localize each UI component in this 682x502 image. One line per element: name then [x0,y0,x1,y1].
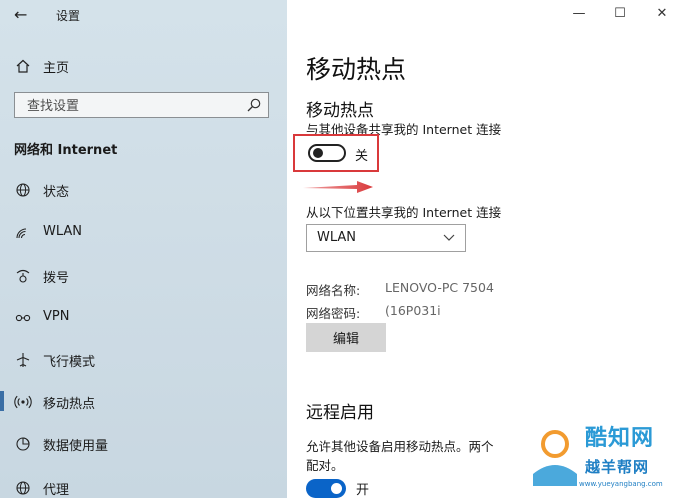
toggle-knob [331,483,342,494]
app-title: 设置 [56,9,81,23]
network-name-label: 网络名称: [306,283,361,298]
sidebar-item-dialup[interactable]: 拨号 [0,262,287,290]
close-button[interactable]: ✕ [653,6,671,24]
sidebar-item-label: WLAN [43,224,83,239]
search-box[interactable] [14,92,269,118]
sidebar-item-label: 代理 [43,483,70,498]
dropdown-value: WLAN [317,230,357,245]
watermark-url: www.yueyangbang.com [579,480,663,488]
share-from-dropdown[interactable]: WLAN [306,224,466,252]
dialup-icon [16,269,30,283]
search-input[interactable] [25,96,244,116]
globe-icon [16,183,30,197]
title-bar: ← 设置 [0,0,287,30]
airplane-icon [16,353,30,367]
sidebar-item-label: 移动热点 [43,397,96,412]
hotspot-toggle[interactable] [308,144,346,162]
minimize-button[interactable]: — [570,6,588,24]
chevron-down-icon [443,234,455,241]
sidebar-item-vpn[interactable]: VPN [0,304,287,332]
section-title: 网络和 Internet [14,143,118,158]
toggle-knob [313,148,323,158]
search-icon[interactable] [246,97,262,113]
sidebar-item-data-usage[interactable]: 数据使用量 [0,430,287,458]
remote-caption-line2: 配对。 [306,458,344,473]
remote-heading: 远程启用 [306,403,374,423]
page-title: 移动热点 [306,55,407,84]
watermark-sub: 越羊帮网 [585,458,650,476]
sidebar-item-label: VPN [43,309,70,324]
wifi-icon [16,228,27,239]
back-arrow-icon[interactable]: ← [14,5,27,24]
content-pane: — ☐ ✕ 移动热点 移动热点 与其他设备共享我的 Internet 连接 关 … [287,0,682,498]
remote-toggle-state: 开 [356,483,370,498]
remote-toggle[interactable] [306,479,346,498]
globe-icon [16,481,30,495]
maximize-button[interactable]: ☐ [611,6,629,24]
network-name-value: LENOVO-PC 7504 [385,280,494,295]
home-icon [16,59,30,73]
network-password-value: (16P031i [385,303,441,318]
watermark-logo-icon [533,430,577,486]
sidebar-item-label: 主页 [43,61,70,76]
hotspot-icon [14,395,32,409]
sidebar-item-label: 状态 [43,185,70,200]
sidebar-item-home[interactable]: 主页 [0,52,287,80]
sidebar-item-status[interactable]: 状态 [0,176,287,204]
sidebar-item-wlan[interactable]: WLAN [0,219,287,247]
network-password-label: 网络密码: [306,306,361,321]
remote-caption-line1: 允许其他设备启用移动热点。两个 [306,439,494,454]
vpn-icon [15,314,31,322]
red-arrow-annotation [303,181,373,193]
edit-button[interactable]: 编辑 [306,323,386,352]
sidebar: ← 设置 主页 网络和 Internet 状态 WLAN [0,0,287,498]
sidebar-item-label: 拨号 [43,271,70,286]
sidebar-item-label: 数据使用量 [43,439,109,454]
hotspot-toggle-state: 关 [355,149,369,164]
watermark-main: 酷知网 [585,425,655,451]
watermark: 酷知网 越羊帮网 www.yueyangbang.com [517,420,677,498]
sidebar-item-mobile-hotspot[interactable]: 移动热点 [0,388,287,416]
share-from-caption: 从以下位置共享我的 Internet 连接 [306,205,502,220]
data-usage-icon [16,437,30,451]
hotspot-heading: 移动热点 [306,101,374,121]
sidebar-item-label: 飞行模式 [43,355,96,370]
sidebar-item-airplane-mode[interactable]: 飞行模式 [0,346,287,374]
